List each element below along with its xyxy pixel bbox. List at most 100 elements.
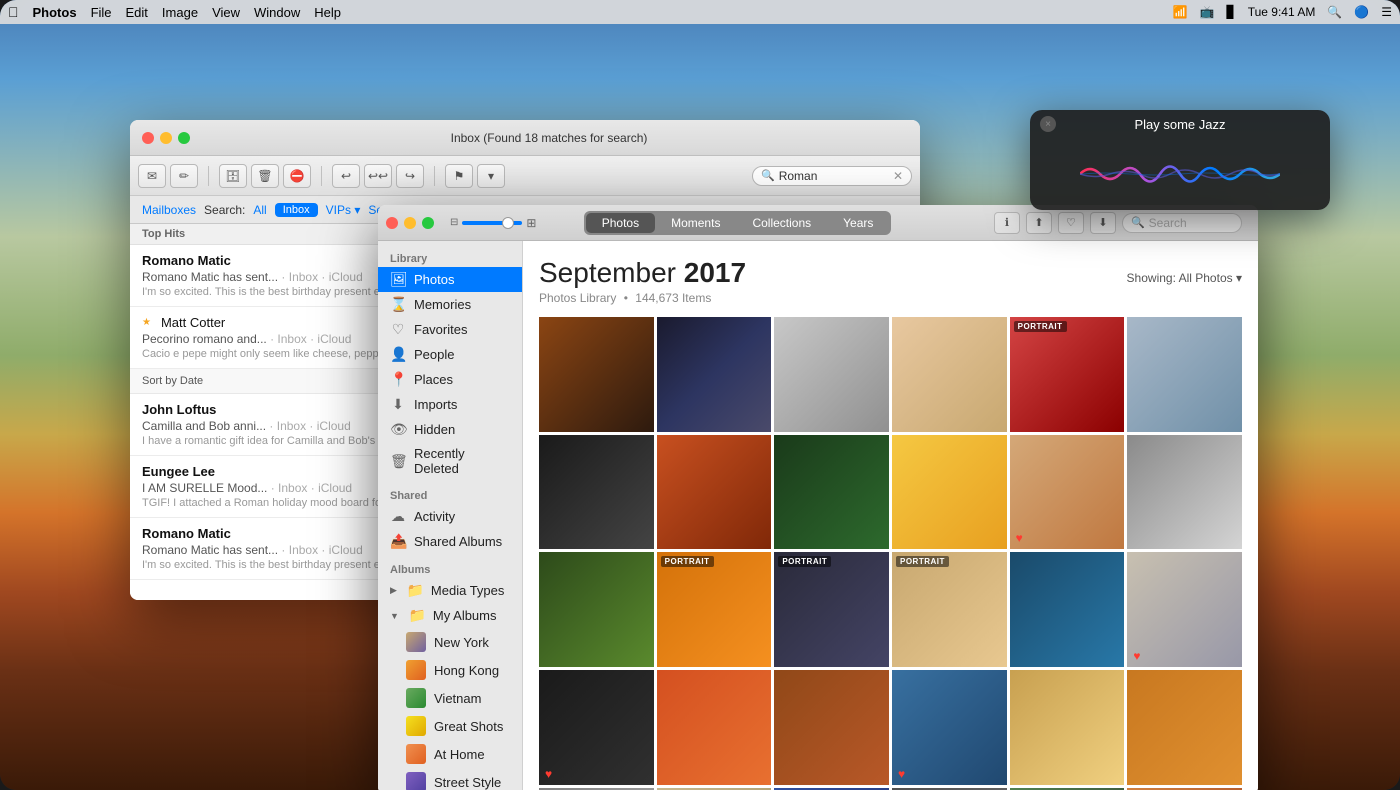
sidebar-item-new-york[interactable]: New York <box>378 628 522 656</box>
photo-cell[interactable] <box>1127 435 1242 550</box>
apple-menu[interactable]:  <box>8 4 19 20</box>
photo-cell[interactable]: PORTRAIT <box>657 552 772 667</box>
vips-btn[interactable]: VIPs ▾ <box>326 203 361 217</box>
photo-cell[interactable] <box>657 317 772 432</box>
inbox-filter-btn[interactable]: Inbox <box>275 203 318 217</box>
search-icon[interactable]: 🔍 <box>1327 5 1342 19</box>
view-menu[interactable]: View <box>212 5 240 20</box>
photo-cell[interactable]: ♥ <box>892 670 1007 785</box>
photos-close-button[interactable] <box>386 217 398 229</box>
photo-cell[interactable] <box>539 317 654 432</box>
photo-cell[interactable] <box>657 670 772 785</box>
junk-btn[interactable]: ⛔ <box>283 164 311 188</box>
reply-all-btn[interactable]: ↩↩ <box>364 164 392 188</box>
siri-close-button[interactable]: × <box>1040 116 1056 132</box>
photo-cell[interactable] <box>657 435 772 550</box>
reply-btn[interactable]: ↩ <box>332 164 360 188</box>
close-button[interactable] <box>142 132 154 144</box>
import-btn[interactable]: ⬇ <box>1090 212 1116 234</box>
image-menu[interactable]: Image <box>162 5 198 20</box>
photo-cell[interactable] <box>539 435 654 550</box>
sidebar-deleted-label: Recently Deleted <box>414 446 510 476</box>
file-menu[interactable]: File <box>91 5 112 20</box>
edit-menu[interactable]: Edit <box>126 5 148 20</box>
sort-label[interactable]: Sort by Date <box>142 375 203 387</box>
share-btn[interactable]: ⬆ <box>1026 212 1052 234</box>
new-york-thumb <box>406 632 426 652</box>
all-btn[interactable]: All <box>253 203 266 217</box>
archive-btn[interactable]: 🗄 <box>219 164 247 188</box>
photo-cell[interactable]: ♥ <box>1010 435 1125 550</box>
delete-btn[interactable]: 🗑 <box>251 164 279 188</box>
flag-drop-btn[interactable]: ▾ <box>477 164 505 188</box>
clear-search-btn[interactable]: ✕ <box>893 169 903 183</box>
heart-icon: ♥ <box>1133 649 1140 663</box>
mail-icon-btn[interactable]: ✉ <box>138 164 166 188</box>
sidebar-item-recently-deleted[interactable]: 🗑 Recently Deleted <box>378 442 522 480</box>
sidebar-item-shared-albums[interactable]: 📤 Shared Albums <box>378 529 522 554</box>
photos-window: ⊟ ⊞ Photos Moments Collections Years ℹ ⬆… <box>378 205 1258 790</box>
sidebar-item-media-types[interactable]: ▶ 📁 Media Types <box>378 578 522 603</box>
photo-cell[interactable] <box>1010 670 1125 785</box>
photo-cell[interactable] <box>774 435 889 550</box>
sidebar-item-street-style[interactable]: Street Style <box>378 768 522 790</box>
sidebar-item-memories[interactable]: ⌛ Memories <box>378 292 522 317</box>
siri-query-text: Play some Jazz <box>1056 117 1320 132</box>
tab-moments[interactable]: Moments <box>655 213 736 233</box>
photo-cell[interactable]: PORTRAIT <box>1010 317 1125 432</box>
siri-icon[interactable]: 🔵 <box>1354 5 1369 19</box>
photo-cell[interactable] <box>892 435 1007 550</box>
star-icon: ★ <box>142 317 151 328</box>
photo-cell[interactable]: ♥ <box>1127 552 1242 667</box>
sidebar-item-at-home[interactable]: At Home <box>378 740 522 768</box>
tab-photos[interactable]: Photos <box>586 213 655 233</box>
maximize-button[interactable] <box>178 132 190 144</box>
photos-maximize-button[interactable] <box>422 217 434 229</box>
mail-compose-group: ✉ ✏ <box>138 164 198 188</box>
photo-cell[interactable] <box>1127 670 1242 785</box>
info-btn[interactable]: ℹ <box>994 212 1020 234</box>
photo-cell[interactable] <box>774 670 889 785</box>
heart-btn[interactable]: ♡ <box>1058 212 1084 234</box>
photo-cell[interactable] <box>892 317 1007 432</box>
photos-traffic-lights <box>386 217 434 229</box>
mail-search-bar[interactable]: 🔍 Roman ✕ <box>752 166 912 186</box>
sidebar-item-people[interactable]: 👤 People <box>378 342 522 367</box>
photos-minimize-button[interactable] <box>404 217 416 229</box>
sidebar-item-vietnam[interactable]: Vietnam <box>378 684 522 712</box>
photo-cell[interactable] <box>539 552 654 667</box>
tab-collections[interactable]: Collections <box>736 213 827 233</box>
sidebar-item-imports[interactable]: ⬇ Imports <box>378 392 522 417</box>
sidebar-item-favorites[interactable]: ♡ Favorites <box>378 317 522 342</box>
sidebar-item-hidden[interactable]: 👁 Hidden <box>378 417 522 442</box>
photo-cell[interactable]: PORTRAIT <box>892 552 1007 667</box>
portrait-badge: PORTRAIT <box>896 556 949 567</box>
photos-search-bar[interactable]: 🔍 Search <box>1122 213 1242 233</box>
sidebar-item-photos[interactable]: 🖼 Photos <box>378 267 522 292</box>
minimize-button[interactable] <box>160 132 172 144</box>
photos-sidebar: Library 🖼 Photos ⌛ Memories ♡ Favorites … <box>378 241 523 790</box>
sidebar-street-style-label: Street Style <box>434 775 501 790</box>
sidebar-item-activity[interactable]: ☁ Activity <box>378 504 522 529</box>
help-menu[interactable]: Help <box>314 5 341 20</box>
photo-cell[interactable]: ♥ <box>539 670 654 785</box>
flag-btn[interactable]: ⚑ <box>445 164 473 188</box>
mailboxes-btn[interactable]: Mailboxes <box>142 203 196 217</box>
notification-icon[interactable]: ☰ <box>1381 5 1392 19</box>
zoom-slider-thumb[interactable] <box>502 217 514 229</box>
forward-btn[interactable]: ↪ <box>396 164 424 188</box>
sidebar-item-hong-kong[interactable]: Hong Kong <box>378 656 522 684</box>
app-name-menu[interactable]: Photos <box>33 5 77 20</box>
photo-cell[interactable] <box>1127 317 1242 432</box>
photo-cell[interactable] <box>774 317 889 432</box>
sidebar-item-great-shots[interactable]: Great Shots <box>378 712 522 740</box>
sidebar-item-my-albums[interactable]: ▼ 📁 My Albums <box>378 603 522 628</box>
compose-btn[interactable]: ✏ <box>170 164 198 188</box>
sidebar-item-places[interactable]: 📍 Places <box>378 367 522 392</box>
photo-cell[interactable] <box>1010 552 1125 667</box>
zoom-slider-track[interactable] <box>462 221 522 225</box>
tab-years[interactable]: Years <box>827 213 889 233</box>
window-menu[interactable]: Window <box>254 5 300 20</box>
showing-dropdown[interactable]: Showing: All Photos ▾ <box>1127 271 1242 285</box>
photo-cell[interactable]: PORTRAIT <box>774 552 889 667</box>
